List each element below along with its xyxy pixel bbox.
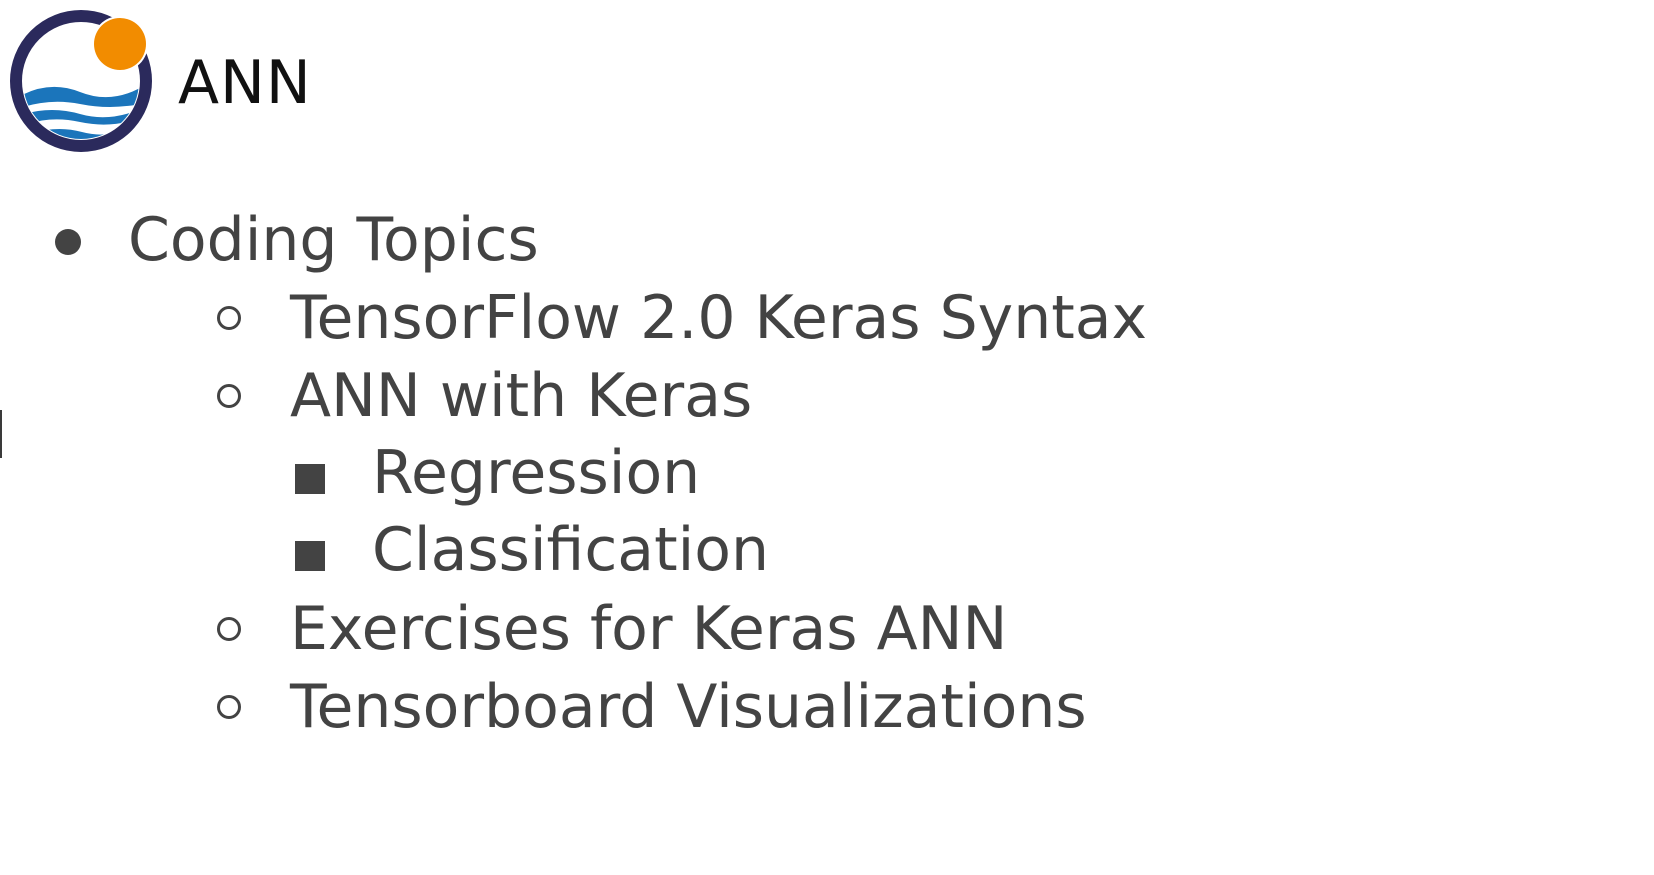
outline-item: Exercises for Keras ANN xyxy=(290,594,1008,664)
bullet-square-icon xyxy=(295,541,325,571)
bullet-square-icon xyxy=(295,464,325,494)
course-logo xyxy=(10,10,152,152)
outline-item: ANN with Keras xyxy=(290,361,753,431)
bullet-filled-icon xyxy=(55,229,81,255)
outline-subitem: Regression xyxy=(372,438,701,508)
left-edge-marker xyxy=(0,410,2,458)
bullet-hollow-icon xyxy=(217,306,241,330)
outline-heading: Coding Topics xyxy=(128,205,539,275)
bullet-hollow-icon xyxy=(217,617,241,641)
bullet-hollow-icon xyxy=(217,695,241,719)
outline-item: Tensorboard Visualizations xyxy=(290,672,1087,742)
bullet-hollow-icon xyxy=(217,384,241,408)
outline-item: TensorFlow 2.0 Keras Syntax xyxy=(290,283,1148,353)
outline-subitem: Classification xyxy=(372,515,770,585)
slide-title: ANN xyxy=(178,48,312,118)
